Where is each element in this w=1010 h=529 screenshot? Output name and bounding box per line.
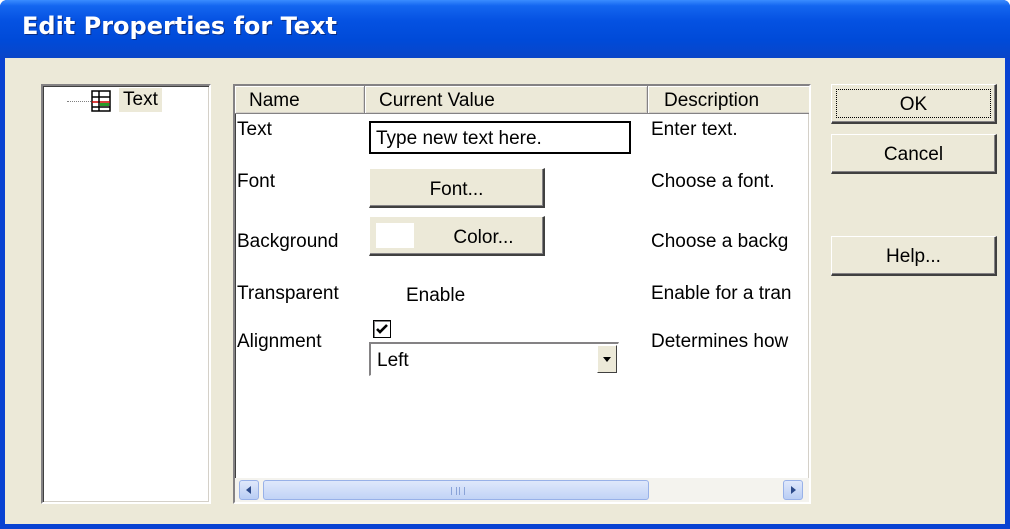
- color-button[interactable]: Color...: [369, 216, 545, 256]
- transparent-checkbox[interactable]: [373, 320, 391, 338]
- help-button[interactable]: Help...: [831, 236, 997, 276]
- dropdown-arrow-button[interactable]: [597, 345, 617, 373]
- property-name-alignment: Alignment: [237, 331, 322, 352]
- title-bar[interactable]: Edit Properties for Text: [0, 0, 1010, 58]
- alignment-select[interactable]: Left: [369, 342, 619, 376]
- column-header-name[interactable]: Name: [235, 86, 365, 114]
- help-button-label: Help...: [886, 246, 941, 267]
- background-color-swatch: [376, 223, 414, 248]
- color-button-label: Color...: [453, 227, 514, 248]
- alignment-selected-value: Left: [377, 350, 409, 371]
- column-header-name-label: Name: [249, 90, 300, 111]
- column-header-description[interactable]: Description: [648, 86, 809, 114]
- table-grid-icon: [91, 90, 111, 112]
- property-name-font: Font: [237, 171, 276, 192]
- checkmark-icon: [376, 324, 388, 334]
- dialog-body: Text Name Current Value Description Text…: [5, 58, 1005, 524]
- dialog-title: Edit Properties for Text: [22, 12, 337, 40]
- font-button[interactable]: Font...: [369, 168, 545, 208]
- scrollbar-thumb[interactable]: [263, 480, 649, 500]
- description-alignment: Determines how: [651, 331, 789, 352]
- property-grid[interactable]: Name Current Value Description Text Type…: [233, 84, 811, 504]
- chevron-left-icon: [246, 486, 251, 494]
- ok-button-label: OK: [899, 94, 928, 115]
- property-name-background: Background: [237, 231, 339, 252]
- scroll-right-button[interactable]: [783, 480, 803, 500]
- description-background: Choose a backg: [651, 231, 789, 252]
- scrollbar-grip: [451, 487, 465, 495]
- dialog-window: Edit Properties for Text Text Name Curre…: [0, 0, 1010, 529]
- ok-button[interactable]: OK: [831, 84, 997, 124]
- chevron-down-icon: [603, 357, 611, 362]
- description-font: Choose a font.: [651, 171, 775, 192]
- cancel-button-label: Cancel: [883, 144, 944, 165]
- tree-item-text[interactable]: Text: [119, 88, 162, 112]
- text-value-input[interactable]: Type new text here.: [369, 121, 631, 154]
- description-text: Enter text.: [651, 119, 738, 140]
- cancel-button[interactable]: Cancel: [831, 134, 997, 174]
- property-name-text: Text: [237, 119, 272, 140]
- column-header-current-value-label: Current Value: [379, 90, 495, 111]
- font-button-label: Font...: [429, 179, 484, 200]
- column-header-current-value[interactable]: Current Value: [365, 86, 648, 114]
- text-value: Type new text here.: [376, 128, 542, 149]
- horizontal-scrollbar[interactable]: [235, 478, 809, 502]
- transparent-checkbox-label[interactable]: Enable: [406, 285, 465, 307]
- column-header-description-label: Description: [664, 90, 760, 111]
- tree-view[interactable]: Text: [41, 84, 211, 504]
- scroll-left-button[interactable]: [239, 480, 259, 500]
- chevron-right-icon: [791, 486, 796, 494]
- description-transparent: Enable for a tran: [651, 283, 792, 304]
- property-name-transparent: Transparent: [237, 283, 339, 304]
